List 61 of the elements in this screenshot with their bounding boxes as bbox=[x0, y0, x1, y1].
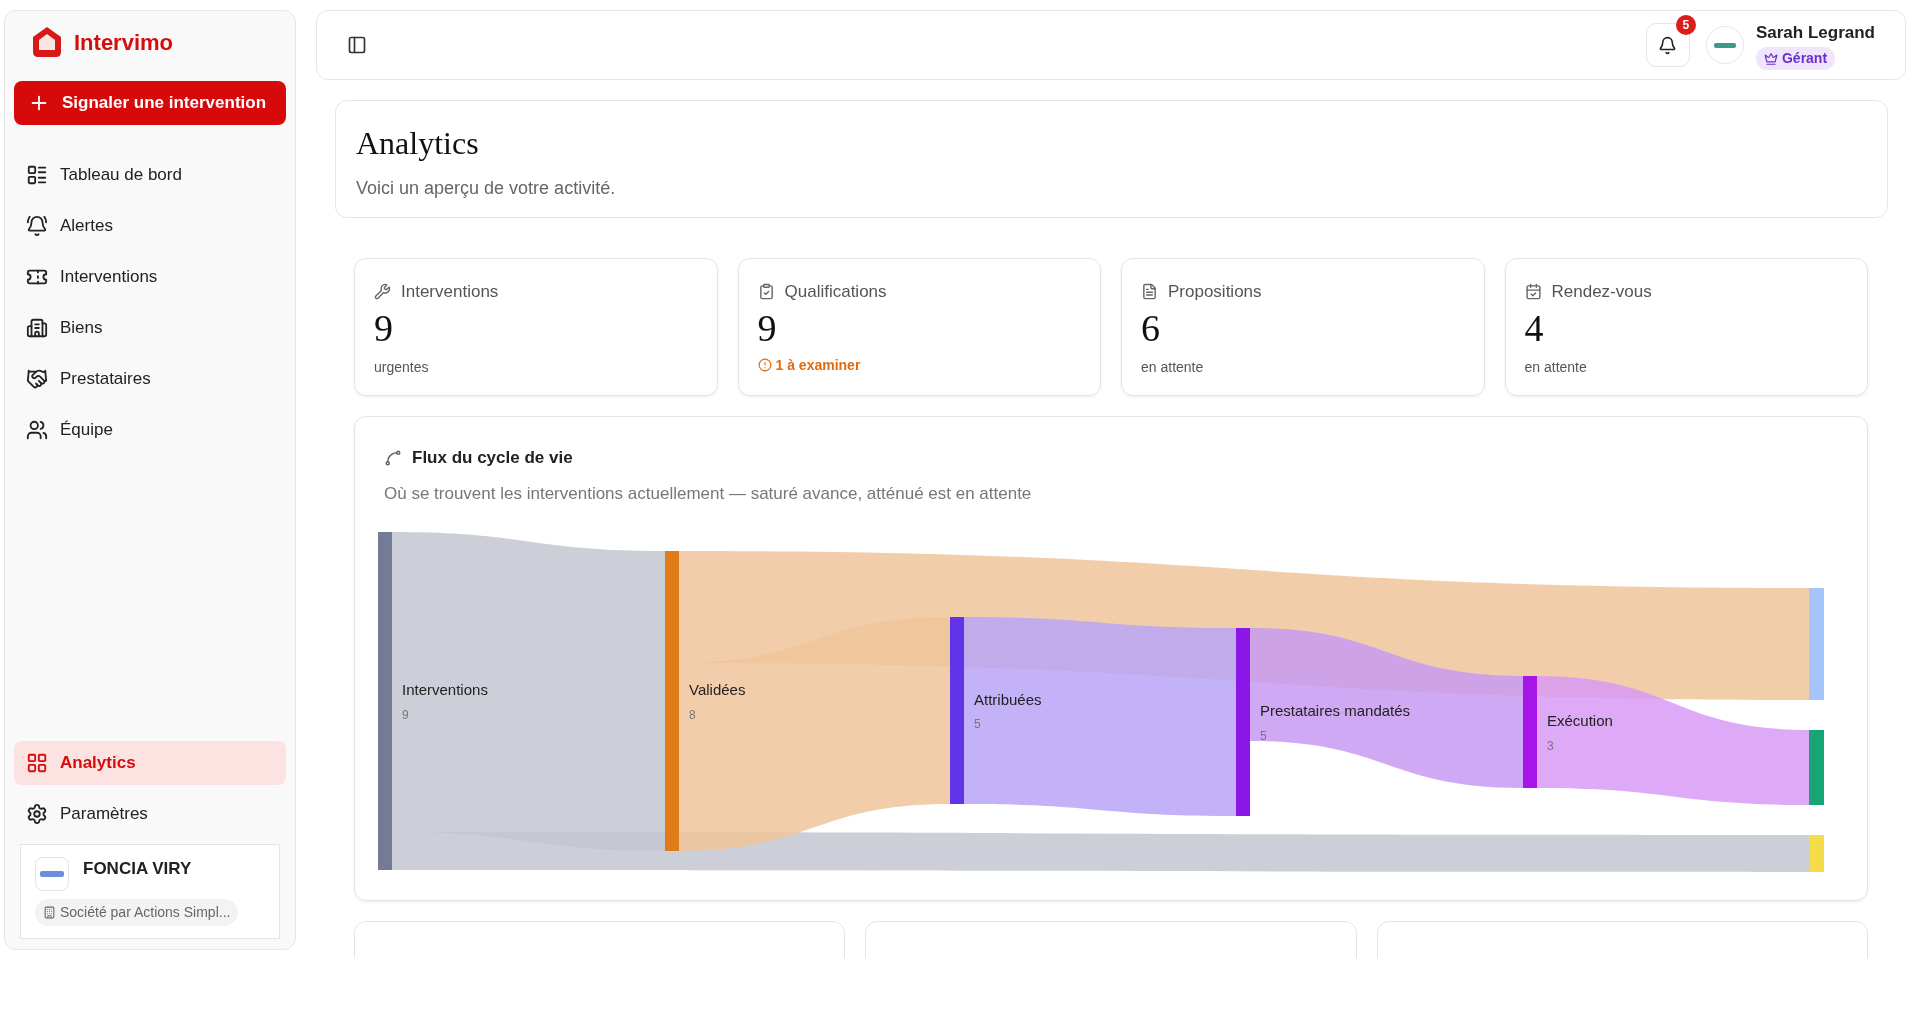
flow-icon bbox=[384, 448, 402, 467]
crown-icon bbox=[1763, 51, 1778, 66]
stat-label: Propositions bbox=[1168, 281, 1262, 303]
stat-value: 6 bbox=[1141, 305, 1161, 351]
sidebar-item[interactable]: Paramètres bbox=[14, 792, 286, 836]
sidebar-item[interactable]: Alertes bbox=[14, 204, 286, 248]
sidebar-item[interactable]: Prestataires bbox=[14, 357, 286, 401]
sidebar-toggle-icon[interactable] bbox=[347, 35, 367, 55]
stat-note: 1 à examiner bbox=[775, 355, 861, 375]
card-subtitle: Où se trouvent les interventions actuellement — saturé avance, atténué est en attente bbox=[384, 482, 1033, 505]
node-label: Prestataires mandatés bbox=[1260, 701, 1411, 721]
page-subtitle: Voici un aperçu de votre activité. bbox=[356, 177, 617, 200]
handshake-icon bbox=[26, 368, 48, 390]
calendar-icon bbox=[1524, 283, 1542, 301]
stat-note: en attente bbox=[1141, 358, 1204, 375]
building-icon bbox=[43, 906, 56, 919]
node-label: Attribuées bbox=[974, 689, 1042, 710]
node-label: Interventions bbox=[402, 680, 488, 700]
sidebar-item[interactable]: Équipe bbox=[14, 408, 286, 452]
organization-card[interactable]: FONCIA VIRY Société par Actions Simpl... bbox=[20, 844, 280, 939]
building-icon bbox=[26, 317, 48, 339]
report-intervention-button[interactable]: Signaler une intervention bbox=[14, 81, 286, 125]
stat-value: 9 bbox=[374, 305, 394, 351]
sidebar-item[interactable]: Analytics bbox=[14, 741, 286, 785]
sidebar-item[interactable]: Biens bbox=[14, 306, 286, 350]
node-count: 5 bbox=[974, 716, 982, 733]
wrench-icon bbox=[374, 283, 391, 301]
card-title: Flux du cycle de vie bbox=[412, 447, 573, 469]
stat-label: Rendez-vous bbox=[1551, 281, 1652, 303]
alert-icon bbox=[757, 358, 772, 372]
stat-label: Interventions bbox=[401, 281, 499, 303]
settings-icon bbox=[26, 803, 48, 825]
stat-note: urgentes bbox=[374, 358, 429, 375]
stat-value: 9 bbox=[757, 305, 778, 351]
house-logo-icon bbox=[30, 25, 64, 59]
document-icon bbox=[1141, 283, 1158, 301]
user-name: Sarah Legrand bbox=[1755, 21, 1875, 44]
stat-note: en attente bbox=[1524, 358, 1587, 375]
sidebar-item[interactable]: Tableau de bord bbox=[14, 153, 286, 197]
page-title: Analytics bbox=[356, 124, 480, 163]
bell-icon bbox=[26, 215, 48, 237]
node-label: Validées bbox=[689, 680, 746, 700]
node-count: 5 bbox=[1260, 727, 1268, 745]
bell-icon bbox=[1658, 35, 1678, 55]
legal-form-text: Société par Actions Simpl... bbox=[60, 903, 231, 922]
notification-count: 5 bbox=[1675, 15, 1696, 35]
stat-value: 4 bbox=[1524, 305, 1545, 351]
organization-logo bbox=[35, 857, 69, 891]
node-count: 8 bbox=[689, 706, 697, 724]
list-icon bbox=[26, 164, 48, 186]
node-count: 3 bbox=[1547, 737, 1555, 755]
brand-name: Intervimo bbox=[74, 28, 174, 57]
node-label: Exécution bbox=[1547, 711, 1613, 731]
sidebar-item[interactable]: Interventions bbox=[14, 255, 286, 299]
role-badge: Gérant bbox=[1755, 47, 1836, 71]
organization-name: FONCIA VIRY bbox=[83, 858, 192, 881]
clipboard-icon bbox=[757, 283, 775, 301]
node-count: 9 bbox=[402, 706, 410, 724]
grid-icon bbox=[26, 752, 48, 774]
users-icon bbox=[26, 419, 48, 441]
stat-label: Qualifications bbox=[784, 281, 887, 303]
